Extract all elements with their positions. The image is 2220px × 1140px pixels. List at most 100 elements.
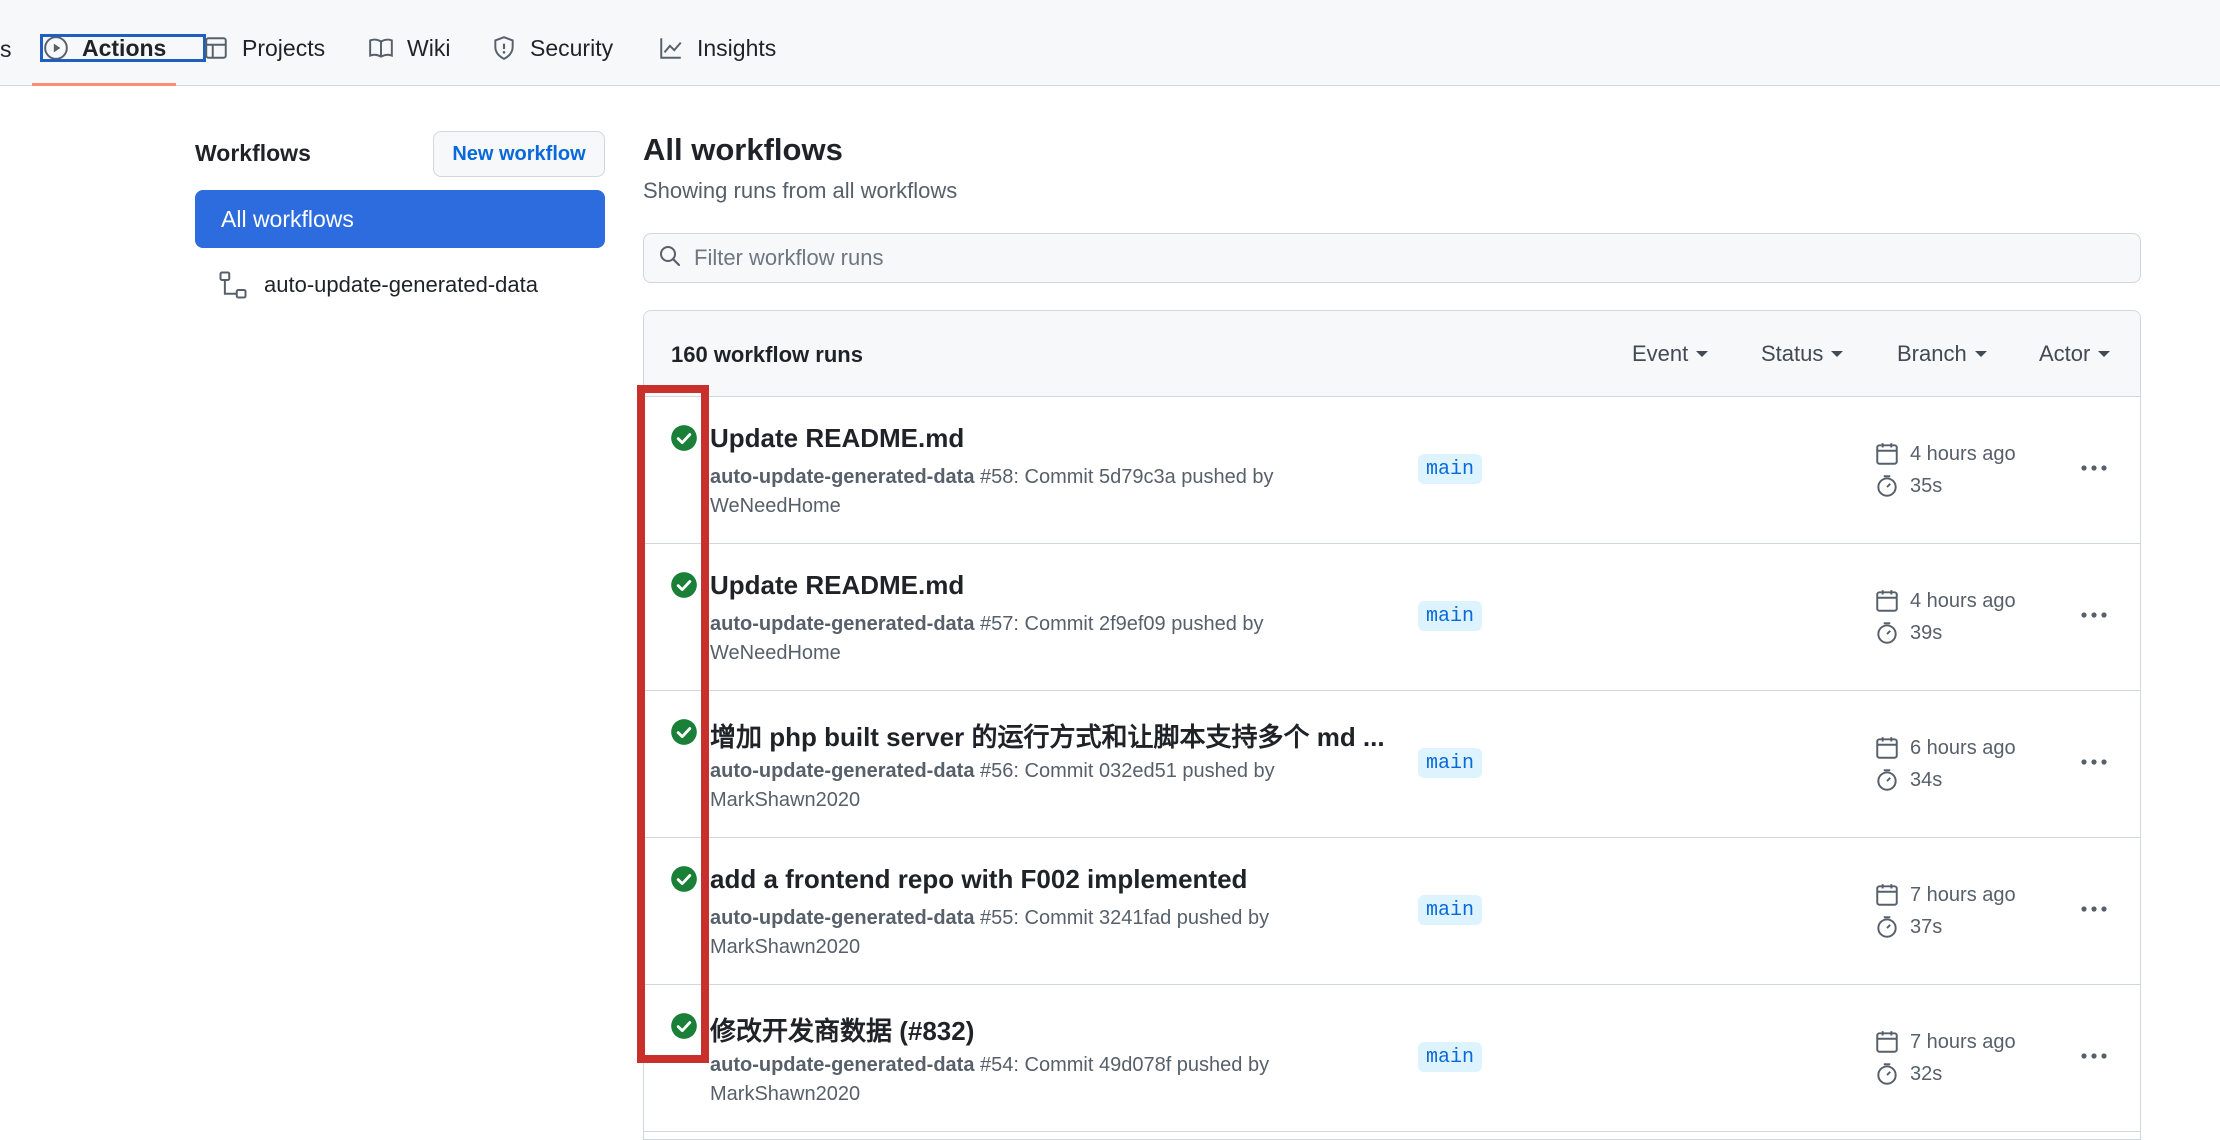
run-meta: auto-update-generated-data #54: Commit 4… (710, 1051, 1330, 1109)
run-detail: #56: Commit 032ed51 pushed by (974, 760, 1275, 782)
run-title[interactable]: Update README.md (710, 570, 964, 601)
branch-label[interactable]: main (1418, 1042, 1483, 1072)
calendar-icon (1874, 441, 1900, 467)
run-meta: auto-update-generated-data #57: Commit 2… (710, 610, 1330, 668)
tab-insights[interactable]: Insights (657, 28, 776, 68)
stopwatch-icon (1874, 767, 1900, 793)
status-filter-dropdown[interactable]: Status (1761, 341, 1844, 367)
run-actor[interactable]: MarkShawn2020 (710, 1083, 860, 1105)
runs-list-header: 160 workflow runs Event Status Branch Ac… (644, 311, 2140, 397)
table-row[interactable]: Update README.md auto-update-generated-d… (644, 544, 2140, 691)
branch-label[interactable]: main (1418, 454, 1483, 484)
run-title[interactable]: Update README.md (710, 423, 964, 454)
stopwatch-icon (1874, 473, 1900, 499)
run-detail: #54: Commit 49d078f pushed by (974, 1054, 1270, 1076)
run-duration: 34s (1874, 767, 1942, 793)
sidebar-item-auto-update-generated-data[interactable]: auto-update-generated-data (218, 270, 538, 300)
run-time: 4 hours ago (1874, 588, 2016, 614)
calendar-icon (1874, 735, 1900, 761)
stopwatch-icon (1874, 620, 1900, 646)
kebab-menu-icon[interactable] (2076, 453, 2112, 483)
kebab-menu-icon[interactable] (2076, 600, 2112, 630)
run-duration: 35s (1874, 473, 1942, 499)
calendar-icon (1874, 1029, 1900, 1055)
run-actor[interactable]: MarkShawn2020 (710, 936, 860, 958)
run-time: 6 hours ago (1874, 735, 2016, 761)
table-row[interactable]: 增加 php built server 的运行方式和让脚本支持多个 md ...… (644, 691, 2140, 838)
tab-actions[interactable]: Actions (40, 28, 206, 68)
table-row[interactable]: 修改开发商数据 (#832) auto-update-generated-dat… (644, 985, 2140, 1132)
run-meta: auto-update-generated-data #58: Commit 5… (710, 463, 1330, 521)
tab-security[interactable]: Security (490, 28, 613, 68)
workflow-icon (218, 270, 248, 300)
calendar-icon (1874, 588, 1900, 614)
success-check-icon (670, 571, 698, 599)
run-actor[interactable]: WeNeedHome (710, 495, 841, 517)
run-title[interactable]: add a frontend repo with F002 implemente… (710, 864, 1247, 895)
run-duration: 32s (1874, 1061, 1942, 1087)
caret-down-icon (1974, 351, 1987, 357)
sidebar-item-all-workflows[interactable]: All workflows (195, 190, 605, 248)
caret-down-icon (1831, 351, 1844, 357)
repo-nav-bar: s Actions Projects Wiki Security Insight… (0, 0, 2220, 86)
run-detail: #58: Commit 5d79c3a pushed by (974, 466, 1274, 488)
run-detail: #57: Commit 2f9ef09 pushed by (974, 613, 1264, 635)
actions-focus-box (40, 34, 206, 62)
run-duration: 39s (1874, 620, 1942, 646)
tab-wiki-label: Wiki (407, 34, 451, 61)
tab-projects[interactable]: Projects (202, 28, 325, 68)
run-actor[interactable]: WeNeedHome (710, 642, 841, 664)
filter-runs-input[interactable] (692, 244, 2096, 272)
run-time: 7 hours ago (1874, 882, 2016, 908)
book-icon (367, 34, 395, 62)
shield-icon (490, 34, 518, 62)
sidebar-item-label: auto-update-generated-data (264, 272, 538, 297)
run-workflow-name: auto-update-generated-data (710, 907, 975, 929)
filter-runs-field[interactable] (643, 233, 2141, 283)
event-filter-dropdown[interactable]: Event (1632, 341, 1709, 367)
run-workflow-name: auto-update-generated-data (710, 466, 975, 488)
run-workflow-name: auto-update-generated-data (710, 613, 975, 635)
run-title[interactable]: 增加 php built server 的运行方式和让脚本支持多个 md ... (710, 717, 1385, 754)
active-tab-underline (32, 83, 176, 86)
run-workflow-name: auto-update-generated-data (710, 760, 975, 782)
run-detail: #55: Commit 3241fad pushed by (974, 907, 1270, 929)
tab-insights-label: Insights (697, 34, 777, 61)
success-check-icon (670, 1012, 698, 1040)
stopwatch-icon (1874, 914, 1900, 940)
actor-filter-dropdown[interactable]: Actor (2039, 341, 2111, 367)
branch-label[interactable]: main (1418, 601, 1483, 631)
success-check-icon (670, 865, 698, 893)
new-workflow-button[interactable]: New workflow (433, 131, 605, 177)
branch-label[interactable]: main (1418, 895, 1483, 925)
success-check-icon (670, 424, 698, 452)
runs-count: 160 workflow runs (671, 342, 863, 367)
table-row[interactable]: Update README.md auto-update-generated-d… (644, 397, 2140, 544)
sidebar-item-label: All workflows (221, 205, 354, 232)
run-actor[interactable]: MarkShawn2020 (710, 789, 860, 811)
page-subtitle: Showing runs from all workflows (643, 178, 958, 203)
run-meta: auto-update-generated-data #56: Commit 0… (710, 757, 1330, 815)
tab-wiki[interactable]: Wiki (367, 28, 450, 68)
sidebar-title: Workflows (195, 140, 311, 166)
success-check-icon (670, 718, 698, 746)
kebab-menu-icon[interactable] (2076, 747, 2112, 777)
run-time: 4 hours ago (1874, 441, 2016, 467)
caret-down-icon (2098, 351, 2111, 357)
search-icon (658, 244, 682, 273)
workflow-runs-list: 160 workflow runs Event Status Branch Ac… (643, 310, 2141, 1140)
table-icon (202, 34, 230, 62)
branch-filter-dropdown[interactable]: Branch (1897, 341, 1987, 367)
kebab-menu-icon[interactable] (2076, 1041, 2112, 1071)
run-title[interactable]: 修改开发商数据 (#832) (710, 1011, 974, 1048)
run-time: 7 hours ago (1874, 1029, 2016, 1055)
calendar-icon (1874, 882, 1900, 908)
kebab-menu-icon[interactable] (2076, 894, 2112, 924)
nav-edge-fragment: s (0, 36, 12, 62)
caret-down-icon (1696, 351, 1709, 357)
branch-label[interactable]: main (1418, 748, 1483, 778)
run-duration: 37s (1874, 914, 1942, 940)
graph-icon (657, 34, 685, 62)
table-row[interactable]: add a frontend repo with F002 implemente… (644, 838, 2140, 985)
run-meta: auto-update-generated-data #55: Commit 3… (710, 904, 1330, 962)
